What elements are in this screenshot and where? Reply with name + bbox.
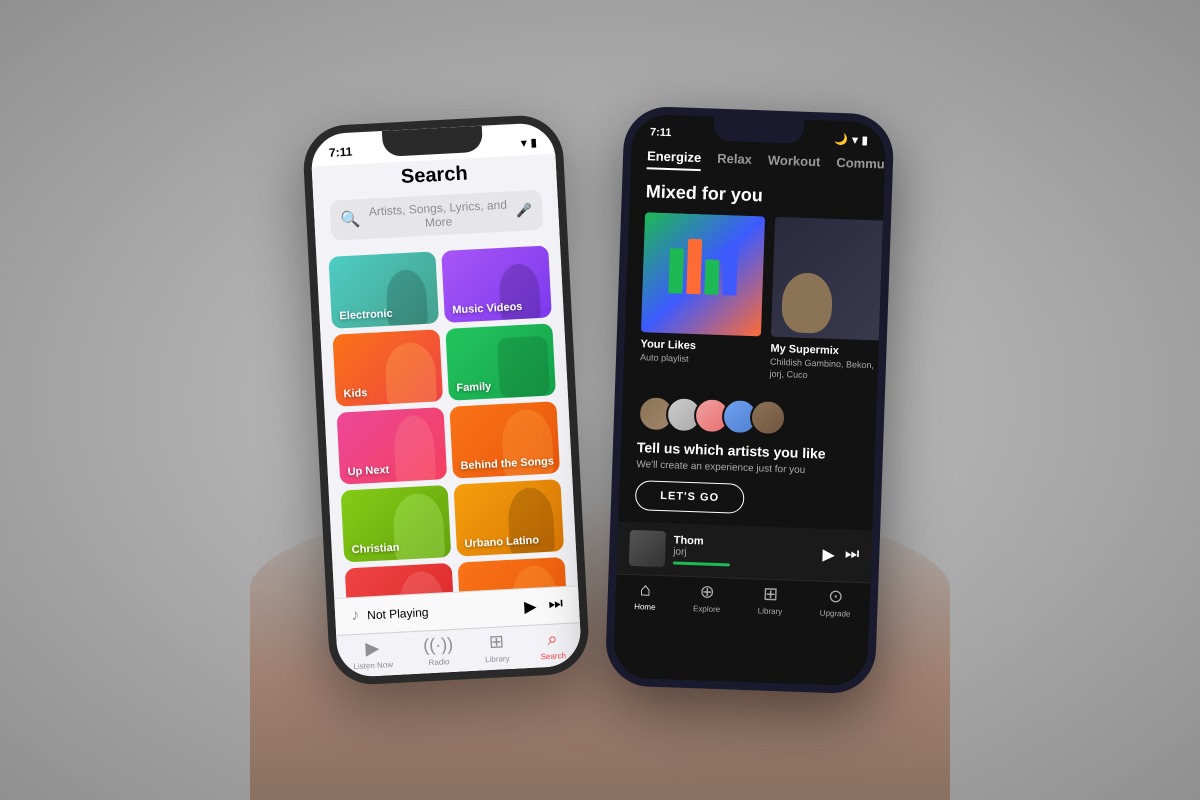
screen-right: Energize Relax Workout Commute Mixed for… — [613, 144, 885, 687]
moon-icon: 🌙 — [834, 132, 848, 145]
likes-bars — [658, 243, 748, 306]
tab-bar-right: ⌂ Home ⊕ Explore ⊞ Library ⊙ Upgrade — [615, 574, 870, 626]
bar-2 — [686, 239, 702, 294]
battery-icon-right: ▮ — [862, 133, 869, 146]
mood-tab-relax[interactable]: Relax — [717, 151, 752, 173]
tab-listen-now-label: Listen Now — [353, 660, 393, 671]
supermix-person — [781, 272, 833, 334]
upgrade-icon: ⊙ — [828, 586, 844, 608]
status-icons-left: ▾ ▮ — [521, 135, 537, 149]
home-icon: ⌂ — [640, 580, 652, 601]
tile-label-family: Family — [456, 381, 491, 395]
supermix-sub: Childish Gambino, Bekon, jorj, Cuco — [769, 357, 883, 385]
tab-search-label: Search — [540, 651, 566, 661]
browse-grid: Electronic Music Videos Kids — [316, 237, 578, 598]
mini-player-right[interactable]: Thom jorj ▶ ⏭ — [617, 522, 873, 583]
tile-label-upnext: Up Next — [347, 464, 389, 478]
sp-tab-library[interactable]: ⊞ Library — [758, 584, 784, 617]
phone-left: 7:11 ▾ ▮ Search 🔍 Artists, Songs, Lyrics… — [302, 114, 591, 687]
bar-3 — [704, 259, 719, 294]
tile-fig-upnext — [384, 407, 443, 482]
search-placeholder: Artists, Songs, Lyrics, and More — [366, 197, 511, 232]
mini-info-right: Thom jorj — [673, 535, 815, 570]
not-playing-text: Not Playing — [367, 601, 517, 623]
phone-right: 7:11 🌙 ▾ ▮ Energize Relax Workout Commut… — [605, 105, 895, 694]
wifi-icon-right: ▾ — [852, 133, 858, 146]
tile-family[interactable]: Family — [445, 323, 556, 401]
tile-fig-family — [493, 324, 552, 399]
phones-container: 7:11 ▾ ▮ Search 🔍 Artists, Songs, Lyrics… — [315, 100, 885, 680]
mic-icon: 🎤 — [516, 202, 533, 219]
supermix-art: MySupermix — [771, 217, 883, 341]
mix-card-your-likes[interactable]: Your Likes Auto playlist — [639, 212, 765, 379]
tab-library-left[interactable]: ⊞ Library — [484, 631, 510, 664]
tile-musicvideos[interactable]: Music Videos — [441, 245, 552, 323]
artist-avatars — [637, 395, 860, 439]
mix-card-supermix[interactable]: MySupermix My Supermix Childish Gambino,… — [769, 217, 883, 384]
progress-bar-right — [673, 562, 730, 567]
prompt-subtitle: We'll create an experience just for you — [636, 459, 858, 478]
library-icon-left: ⊞ — [488, 631, 504, 653]
tile-electronic[interactable]: Electronic — [328, 251, 439, 329]
battery-icon-left: ▮ — [530, 135, 537, 148]
lets-go-button[interactable]: LET'S GO — [635, 480, 745, 514]
tile-label-christian: Christian — [351, 542, 399, 556]
tab-library-left-label: Library — [485, 654, 510, 664]
playback-controls[interactable]: ▶ ⏭ — [524, 595, 564, 617]
artist-prompt: Tell us which artists you like We'll cre… — [618, 387, 877, 531]
tab-search[interactable]: ⌕ Search — [539, 628, 566, 661]
bar-4 — [722, 245, 738, 295]
screen-left: Search 🔍 Artists, Songs, Lyrics, and Mor… — [312, 154, 582, 678]
next-button-right[interactable]: ⏭ — [845, 546, 860, 566]
search-tab-icon: ⌕ — [547, 628, 558, 649]
explore-icon: ⊕ — [699, 582, 715, 604]
tile-behind-songs[interactable]: Behind the Songs — [449, 401, 560, 479]
sp-tab-explore[interactable]: ⊕ Explore — [693, 582, 721, 615]
play-button-right[interactable]: ▶ — [822, 545, 835, 565]
sp-tab-home[interactable]: ⌂ Home — [634, 579, 656, 612]
notch-left — [382, 126, 483, 157]
mini-thumb-right — [629, 530, 666, 567]
time-left: 7:11 — [329, 145, 353, 160]
listen-now-icon: ▶ — [365, 638, 380, 660]
wifi-icon-left: ▾ — [521, 136, 527, 149]
your-likes-sub: Auto playlist — [640, 352, 760, 368]
sp-tab-upgrade[interactable]: ⊙ Upgrade — [820, 586, 852, 619]
tile-label-kids: Kids — [343, 387, 367, 400]
sp-tab-library-label: Library — [758, 607, 783, 617]
mood-tab-commute[interactable]: Commute — [836, 155, 885, 178]
tile-christian[interactable]: Christian — [341, 485, 452, 563]
mood-tab-energize[interactable]: Energize — [647, 148, 702, 171]
your-likes-art — [641, 212, 765, 336]
search-icon-left: 🔍 — [340, 209, 361, 230]
sp-tab-explore-label: Explore — [693, 605, 720, 615]
music-note-icon: ♪ — [351, 607, 360, 625]
mixed-grid: Your Likes Auto playlist MySupermix My S… — [623, 212, 883, 396]
bar-1 — [668, 248, 684, 293]
play-button-left[interactable]: ▶ — [524, 597, 537, 618]
sp-tab-home-label: Home — [634, 602, 656, 612]
tile-kids[interactable]: Kids — [332, 329, 443, 407]
skip-button-left[interactable]: ⏭ — [548, 595, 563, 616]
search-header: Search 🔍 Artists, Songs, Lyrics, and Mor… — [312, 154, 560, 250]
mood-tab-workout[interactable]: Workout — [767, 152, 820, 175]
search-bar[interactable]: 🔍 Artists, Songs, Lyrics, and More 🎤 — [329, 190, 543, 241]
avatar-5 — [749, 399, 786, 436]
notch-right — [714, 117, 805, 144]
tab-radio[interactable]: ((·)) Radio — [423, 634, 455, 668]
tile-fig-kids — [380, 329, 439, 404]
search-title: Search — [328, 159, 541, 193]
tile-upnext[interactable]: Up Next — [337, 407, 448, 485]
mini-controls-right[interactable]: ▶ ⏭ — [822, 545, 859, 566]
radio-icon: ((·)) — [423, 634, 454, 657]
status-icons-right: 🌙 ▾ ▮ — [834, 132, 868, 146]
time-right: 7:11 — [650, 126, 672, 139]
library-icon-right: ⊞ — [763, 584, 779, 606]
tab-listen-now[interactable]: ▶ Listen Now — [352, 637, 393, 671]
sp-tab-upgrade-label: Upgrade — [820, 609, 851, 619]
tab-radio-label: Radio — [428, 657, 449, 667]
tile-urbano-latino[interactable]: Urbano Latino — [453, 479, 564, 557]
